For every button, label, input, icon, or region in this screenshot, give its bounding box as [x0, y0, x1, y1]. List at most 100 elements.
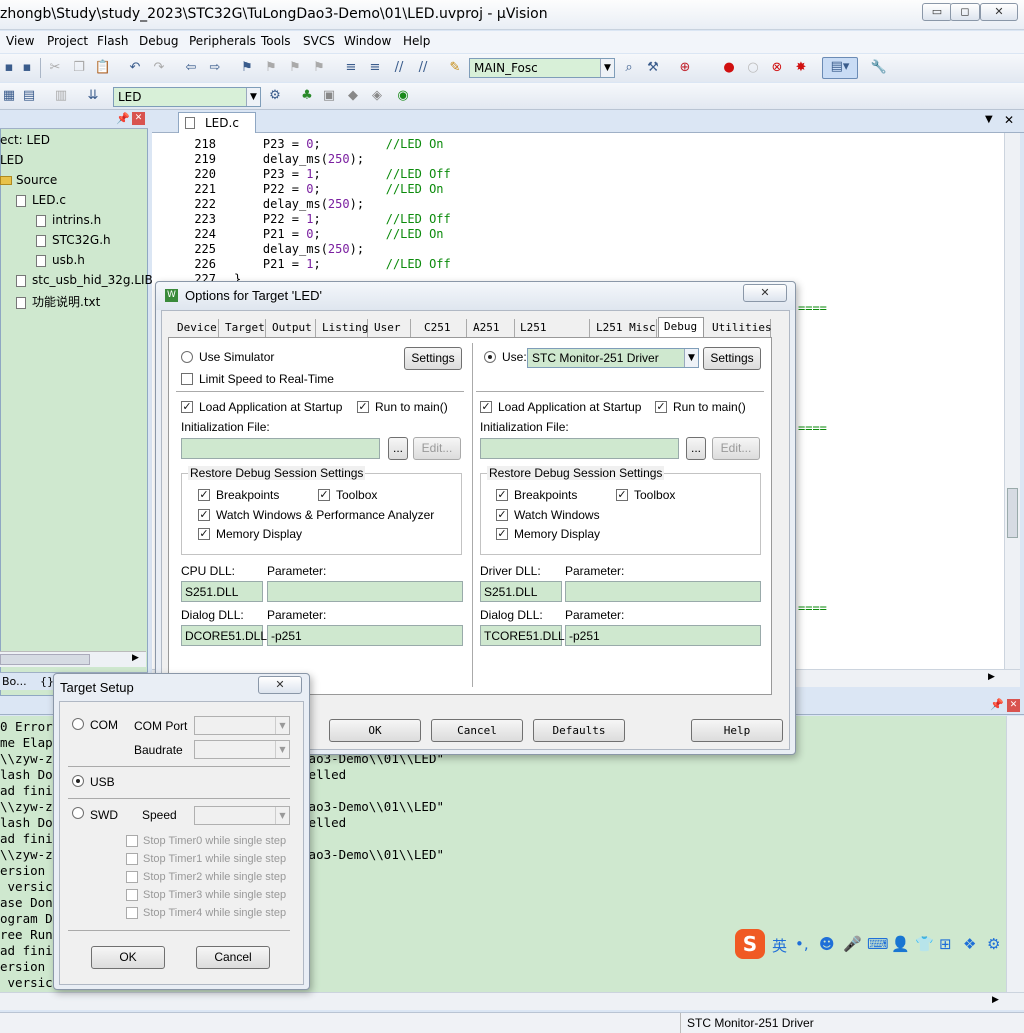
target-setup-cancel-button[interactable]: Cancel [196, 946, 270, 969]
menu-peripherals[interactable]: Peripherals [189, 34, 256, 48]
paste-icon[interactable]: 📋 [94, 59, 112, 77]
com-port-select[interactable]: ▼ [194, 716, 290, 735]
tab-a251[interactable]: A251 [468, 319, 515, 337]
rebuild-icon[interactable]: ▥ [52, 87, 70, 105]
save-all-icon[interactable]: ▪ [18, 59, 36, 77]
tree-project-root[interactable]: ect: LED [0, 133, 50, 147]
nav-forward-icon[interactable]: ⇨ [206, 59, 224, 77]
tab-led-c[interactable]: LED.c [178, 112, 256, 133]
arrow-right-icon[interactable]: ▶ [132, 653, 139, 663]
ime-settings-icon[interactable]: ⚙ [987, 935, 1000, 953]
tab-target[interactable]: Target [220, 319, 266, 337]
ime-keyboard-icon[interactable]: ⌨ [867, 935, 889, 953]
ime-punct-icon[interactable]: •, [795, 935, 809, 953]
breakpoint-disable-all-icon[interactable]: ⊗ [768, 59, 786, 77]
tab-l251-locate[interactable]: L251 Locate [515, 319, 590, 352]
tab-books[interactable]: Bo... [2, 675, 27, 688]
left-init-file-input[interactable] [181, 438, 380, 459]
right-dialog-param-input[interactable]: -p251 [565, 625, 761, 646]
ime-skin-icon[interactable]: 👕 [915, 935, 934, 953]
limit-speed-checkbox[interactable] [181, 373, 193, 385]
bookmark-prev-icon[interactable]: ⚑ [262, 59, 280, 77]
ime-logo-icon[interactable]: S [735, 929, 765, 959]
cpu-dll-input[interactable]: S251.DLL [181, 581, 263, 602]
tree-file-led-c[interactable]: LED.c [16, 193, 66, 207]
manage-components-icon[interactable]: ♣ [298, 87, 316, 105]
right-load-app-checkbox[interactable]: ✓ [480, 401, 492, 413]
translate-icon[interactable]: ▦ [0, 87, 18, 105]
left-breakpoints-checkbox[interactable]: ✓ [198, 489, 210, 501]
pack-installer-icon[interactable]: ◈ [368, 87, 386, 105]
stop-timer2-checkbox[interactable] [126, 871, 138, 883]
find-in-files-icon[interactable]: ✎ [446, 59, 464, 77]
menu-view[interactable]: View [6, 34, 34, 48]
comment-icon[interactable]: // [390, 59, 408, 77]
indent-icon[interactable]: ≡ [342, 59, 360, 77]
menu-debug[interactable]: Debug [139, 34, 178, 48]
left-watch-checkbox[interactable]: ✓ [198, 509, 210, 521]
cancel-button[interactable]: Cancel [431, 719, 523, 742]
tab-list-icon[interactable]: ▼ [985, 114, 993, 125]
usb-radio[interactable] [72, 775, 84, 787]
save-icon[interactable]: ▪ [0, 59, 18, 77]
menu-help[interactable]: Help [403, 34, 430, 48]
right-edit-button[interactable]: Edit... [712, 437, 760, 460]
right-toolbox-checkbox[interactable]: ✓ [616, 489, 628, 501]
output-vscroll[interactable] [1006, 716, 1024, 992]
tab-listing[interactable]: Listing [317, 319, 368, 337]
menu-tools[interactable]: Tools [261, 34, 291, 48]
pin-icon[interactable]: 📌 [116, 112, 130, 125]
bookmark-next-icon[interactable]: ⚑ [286, 59, 304, 77]
select-packs-icon[interactable]: ◆ [344, 87, 362, 105]
tab-output[interactable]: Output [267, 319, 316, 337]
build-icon[interactable]: ▤ [20, 87, 38, 105]
minimize-button[interactable]: ▭ [922, 3, 952, 21]
debug-session-icon[interactable]: ⊕ [676, 59, 694, 77]
right-dialog-dll-input[interactable]: TCORE51.DLL [480, 625, 565, 646]
tree-file-usb-h[interactable]: usb.h [36, 253, 85, 267]
menu-project[interactable]: Project [47, 34, 88, 48]
configure-icon[interactable]: 🔧 [870, 59, 888, 77]
use-simulator-radio[interactable] [181, 351, 193, 363]
download-icon[interactable]: ⇊ [84, 87, 102, 105]
redo-icon[interactable]: ↷ [150, 59, 168, 77]
debug-driver-select[interactable]: STC Monitor-251 Driver ▼ [527, 348, 699, 368]
output-hscroll[interactable]: ▶ [0, 992, 1024, 1010]
close-icon[interactable]: ✕ [132, 112, 145, 125]
left-toolbox-checkbox[interactable]: ✓ [318, 489, 330, 501]
unindent-icon[interactable]: ≡ [366, 59, 384, 77]
close-button[interactable]: ✕ [980, 3, 1018, 21]
ime-user-icon[interactable]: 👤 [891, 935, 910, 953]
ime-voice-icon[interactable]: 🎤 [843, 935, 862, 953]
driver-param-input[interactable] [565, 581, 761, 602]
right-memory-checkbox[interactable]: ✓ [496, 528, 508, 540]
left-edit-button[interactable]: Edit... [413, 437, 461, 460]
arrow-right-icon[interactable]: ▶ [988, 672, 995, 682]
right-run-to-main-checkbox[interactable]: ✓ [655, 401, 667, 413]
help-button[interactable]: Help [691, 719, 783, 742]
stop-timer0-checkbox[interactable] [126, 835, 138, 847]
uncomment-icon[interactable]: // [414, 59, 432, 77]
tree-file-stc32g-h[interactable]: STC32G.h [36, 233, 111, 247]
left-memory-checkbox[interactable]: ✓ [198, 528, 210, 540]
breakpoint-disable-icon[interactable]: ○ [744, 59, 762, 77]
simulator-settings-button[interactable]: Settings [404, 347, 462, 370]
tree-target[interactable]: LED [0, 153, 24, 167]
maximize-button[interactable]: ◻ [950, 3, 980, 21]
cpu-param-input[interactable] [267, 581, 463, 602]
right-init-file-input[interactable] [480, 438, 679, 459]
project-hscroll[interactable]: ▶ [0, 651, 146, 667]
pin-icon[interactable]: 📌 [990, 698, 1004, 711]
nav-back-icon[interactable]: ⇦ [182, 59, 200, 77]
tree-group-source[interactable]: Source [0, 173, 57, 187]
close-tab-icon[interactable]: ✕ [1004, 113, 1014, 127]
left-load-app-checkbox[interactable]: ✓ [181, 401, 193, 413]
copy-icon[interactable]: ❐ [70, 59, 88, 77]
stop-timer3-checkbox[interactable] [126, 889, 138, 901]
close-icon[interactable]: ✕ [1007, 699, 1020, 712]
tab-functions[interactable]: {} [40, 675, 54, 688]
incremental-find-icon[interactable]: ⚒ [644, 59, 662, 77]
speed-select[interactable]: ▼ [194, 806, 290, 825]
com-radio[interactable] [72, 718, 84, 730]
menu-window[interactable]: Window [344, 34, 391, 48]
